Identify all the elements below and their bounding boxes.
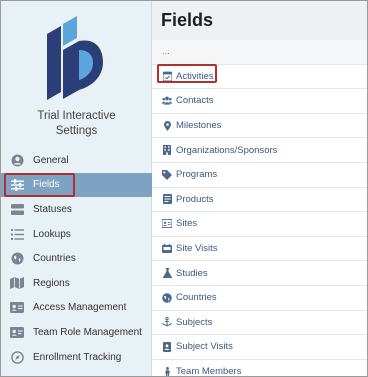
sidebar-item-label: Statuses [33,203,72,215]
sidebar-item-label: General [33,154,69,166]
list-item-label: Contacts [176,95,214,107]
sidebar-item-label: Lookups [33,228,71,240]
page-title: Fields [161,10,214,30]
list-item-label: Sites [176,218,198,230]
user-circle-icon [10,153,24,167]
sidebar-item-label: Access Management [33,302,127,314]
list-item-label: ... [162,46,170,58]
list-item-subjects[interactable]: Subjects [152,310,367,336]
sidebar: Trial Interactive Settings General Field… [1,1,152,376]
person-icon [162,366,172,376]
trial-interactive-logo [47,16,103,100]
app-title-line2: Settings [55,125,98,137]
list-item-sites[interactable]: Sites [152,212,367,237]
sidebar-nav: General Fields Statuses Lookups Countrie… [1,148,152,369]
sidebar-item-label: Fields [33,179,60,191]
settings-window: Trial Interactive Settings General Field… [0,0,368,377]
list-item-team-members[interactable]: Team Members [152,359,367,377]
list-item-label: Organizations/Sponsors [176,144,278,156]
id-badge-icon [162,341,172,352]
main-panel: Fields ... Activities Contacts Milestone… [152,1,367,377]
users-icon [162,96,172,106]
address-card-icon [162,219,172,229]
list-item-studies[interactable]: Studies [152,261,367,286]
list-item-label: Milestones [176,120,222,132]
map-pin-icon [162,120,172,131]
list-item-site-visits[interactable]: Site Visits [152,236,367,262]
list-item-label: Activities [176,70,214,82]
flask-icon [162,268,172,279]
sidebar-item-label: Enrollment Tracking [33,351,122,363]
sidebar-item-fields[interactable]: Fields [1,172,152,198]
sidebar-item-label: Countries [33,253,76,265]
sidebar-item-regions[interactable]: Regions [1,271,152,296]
sidebar-item-label: Team Role Management [33,326,142,338]
globe-icon [10,252,24,266]
list-item-label: Programs [176,169,218,181]
list-item-label: Products [176,193,214,205]
list-item-label: Subject Visits [176,341,233,353]
list-item-milestones[interactable]: Milestones [152,113,367,139]
car-icon [162,244,172,254]
list-item-label: Studies [176,267,208,279]
sidebar-item-countries[interactable]: Countries [1,246,152,271]
globe-icon [162,292,172,303]
sidebar-item-label: Regions [33,277,70,289]
list-item-activities[interactable]: Activities [152,64,367,90]
list-item-label: Subjects [176,316,213,328]
calendar-check-icon [162,71,172,82]
list-item-subject-visits[interactable]: Subject Visits [152,335,367,360]
list-item-programs[interactable]: Programs [152,162,367,188]
toggle-icon [10,202,24,216]
id-card-icon [10,301,24,315]
sidebar-item-team-role-management[interactable]: Team Role Management [1,320,152,345]
sidebar-item-general[interactable]: General [1,148,152,173]
app-title: Trial Interactive Settings [1,109,152,139]
app-title-line1: Trial Interactive [37,110,116,122]
list-icon [10,227,24,241]
list-item-contacts[interactable]: Contacts [152,89,367,114]
id-badge-icon [10,325,24,339]
list-item-label: Team Members [176,366,242,377]
list-item-label: Site Visits [176,243,218,255]
sidebar-item-enrollment-tracking[interactable]: Enrollment Tracking [1,345,152,370]
compass-icon [10,350,24,364]
list-item-countries[interactable]: Countries [152,285,367,311]
list-item-more[interactable]: ... [152,40,367,65]
field-list: ... Activities Contacts Milestones Organ… [152,40,367,377]
sidebar-item-statuses[interactable]: Statuses [1,197,152,222]
building-icon [162,145,172,156]
list-item-label: Countries [176,292,217,304]
sliders-icon [10,178,24,192]
sidebar-item-access-management[interactable]: Access Management [1,296,152,321]
tag-icon [162,169,172,180]
map-icon [10,276,24,290]
anchor-icon [162,317,172,327]
sidebar-item-lookups[interactable]: Lookups [1,222,152,247]
list-item-organizations-sponsors[interactable]: Organizations/Sponsors [152,138,367,163]
box-icon [162,194,172,205]
list-item-products[interactable]: Products [152,187,367,213]
